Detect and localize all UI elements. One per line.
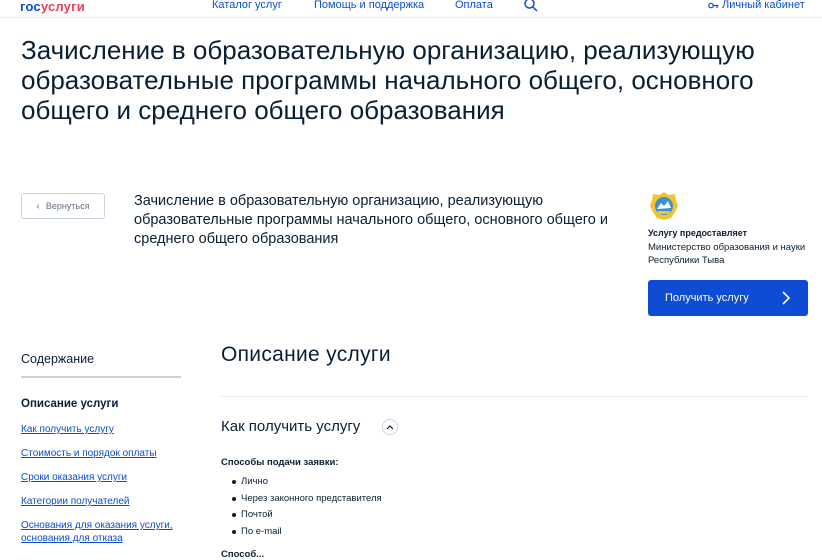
toc-link-grounds[interactable]: Основания для оказания услуги, основания… (21, 519, 186, 545)
toc-link-terms[interactable]: Сроки оказания услуги (21, 471, 191, 484)
provider-label: Услугу предоставляет (648, 228, 748, 238)
service-name: Зачисление в образовательную организацию… (134, 193, 608, 247)
chevron-right-icon (782, 291, 791, 305)
list-item: Через законного представителя (232, 492, 382, 509)
collapse-button[interactable] (382, 419, 398, 435)
application-methods-list: Лично Через законного представителя Почт… (232, 475, 382, 542)
nav-help[interactable]: Помощь и поддержка (314, 0, 424, 11)
back-button-label: Вернуться (45, 201, 90, 211)
search-icon[interactable] (523, 0, 539, 13)
list-item: Почтой (232, 508, 382, 525)
chevron-up-icon (386, 425, 394, 430)
toc-title: Содержание (21, 352, 95, 366)
nav-payment[interactable]: Оплата (455, 0, 493, 11)
back-button[interactable]: ‹ Вернуться (21, 193, 105, 219)
logo-part-gos: гос (20, 0, 41, 14)
cabinet-label: Личный кабинет (722, 0, 805, 11)
gosuslugi-logo[interactable]: госуслуги (20, 0, 85, 14)
chevron-left-icon: ‹ (36, 200, 40, 212)
cut-off-heading: Способ... (221, 549, 265, 560)
toc-link-cost[interactable]: Стоимость и порядок оплаты (21, 447, 191, 460)
tuva-emblem-icon (649, 191, 679, 221)
get-service-label: Получить услугу (665, 292, 749, 304)
section-divider (221, 396, 808, 397)
page-title: Зачисление в образовательную организацию… (21, 35, 755, 125)
toc-divider (21, 376, 181, 378)
nav-catalog[interactable]: Каталог услуг (212, 0, 282, 11)
provider-name: Министерство образования и науки Республ… (648, 242, 806, 266)
logo-part-uslugi: услуги (40, 0, 85, 14)
list-item: Лично (232, 475, 382, 492)
header-divider (0, 17, 822, 18)
toc-item-description[interactable]: Описание услуги (21, 398, 118, 410)
application-methods-label: Способы подачи заявки: (221, 457, 339, 468)
section-title: Описание услуги (221, 343, 391, 366)
key-icon (708, 2, 719, 9)
personal-cabinet-link[interactable]: Личный кабинет (708, 0, 805, 11)
subsection-title: Как получить услугу (221, 418, 361, 435)
toc-link-how-to-get[interactable]: Как получить услугу (21, 423, 191, 436)
toc-link-recipients[interactable]: Категории получателей (21, 495, 191, 508)
get-service-button[interactable]: Получить услугу (648, 280, 808, 316)
list-item: По e-mail (232, 525, 382, 542)
